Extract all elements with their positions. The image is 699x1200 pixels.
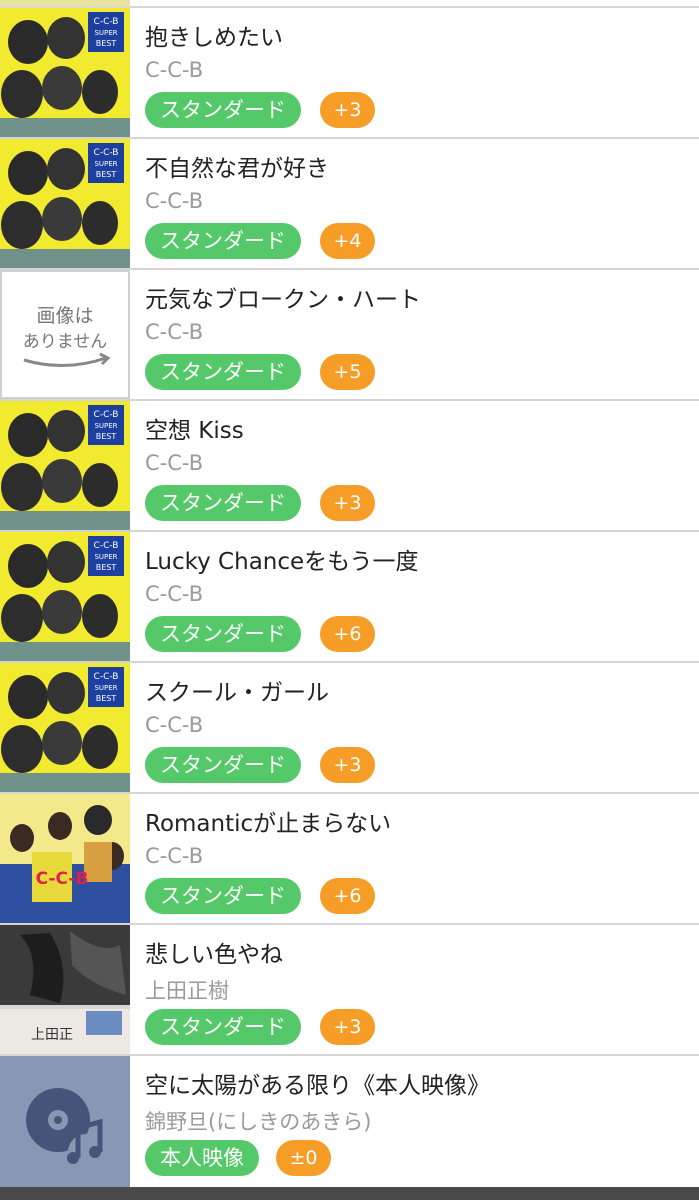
svg-text:C-C-B: C-C-B bbox=[94, 148, 119, 158]
svg-text:C-C-B: C-C-B bbox=[94, 672, 119, 682]
song-title: 空に太陽がある限り《本人映像》 bbox=[145, 1073, 490, 1099]
song-title: 不自然な君が好き bbox=[145, 156, 329, 182]
official-video-tag: 本人映像 bbox=[145, 1140, 259, 1176]
artist-name: C-C-B bbox=[145, 320, 204, 344]
standard-tag: スタンダード bbox=[145, 747, 301, 783]
score-badge: +4 bbox=[320, 223, 375, 259]
svg-text:上田正: 上田正 bbox=[31, 1027, 73, 1043]
standard-tag: スタンダード bbox=[145, 878, 301, 914]
standard-tag: スタンダード bbox=[145, 354, 301, 390]
song-row[interactable]: C-C-B SUPER BEST 空想 Kiss C-C-B スタンダード +3 bbox=[0, 401, 699, 532]
artist-name: 錦野旦(にしきのあきら) bbox=[145, 1110, 372, 1134]
album-cover: C-C-B SUPER BEST bbox=[0, 401, 130, 530]
score-badge: +6 bbox=[320, 878, 375, 914]
song-title: Romanticが止まらない bbox=[145, 811, 392, 837]
svg-text:SUPER: SUPER bbox=[94, 29, 117, 37]
album-cover: C-C-B SUPER BEST bbox=[0, 663, 130, 792]
score-badge: +3 bbox=[320, 485, 375, 521]
no-image-text-line2: ありません bbox=[23, 332, 108, 352]
video-disc-music-icon bbox=[0, 1056, 130, 1189]
album-cover: C-C-B SUPER BEST bbox=[0, 139, 130, 268]
svg-text:C-C-B: C-C-B bbox=[36, 869, 89, 889]
song-title: 悲しい色やね bbox=[145, 942, 283, 968]
svg-text:SUPER: SUPER bbox=[94, 553, 117, 561]
svg-text:SUPER: SUPER bbox=[94, 684, 117, 692]
svg-text:SUPER: SUPER bbox=[94, 160, 117, 168]
song-title: 元気なブロークン・ハート bbox=[145, 287, 421, 313]
song-list: C-C-B SUPER BEST 抱きしめたい C-C-B スタンダード +3 … bbox=[0, 8, 699, 1189]
svg-text:BEST: BEST bbox=[96, 563, 117, 572]
song-title: スクール・ガール bbox=[145, 680, 329, 706]
no-image-placeholder: 画像は ありません bbox=[0, 270, 130, 399]
svg-text:C-C-B: C-C-B bbox=[94, 541, 119, 551]
song-title: 抱きしめたい bbox=[145, 25, 283, 51]
svg-text:BEST: BEST bbox=[96, 170, 117, 179]
song-row[interactable]: C-C-B SUPER BEST スクール・ガール C-C-B スタンダード +… bbox=[0, 663, 699, 794]
album-cover: C-C-B bbox=[0, 794, 130, 923]
artist-name: C-C-B bbox=[145, 844, 204, 868]
svg-text:BEST: BEST bbox=[96, 432, 117, 441]
song-row[interactable]: 画像は ありません 元気なブロークン・ハート C-C-B スタンダード +5 bbox=[0, 270, 699, 401]
song-row[interactable]: C-C-B SUPER BEST Lucky Chanceをもう一度 C-C-B… bbox=[0, 532, 699, 663]
svg-text:SUPER: SUPER bbox=[94, 422, 117, 430]
standard-tag: スタンダード bbox=[145, 485, 301, 521]
artist-name: C-C-B bbox=[145, 582, 204, 606]
song-title: Lucky Chanceをもう一度 bbox=[145, 549, 419, 575]
artist-name: C-C-B bbox=[145, 713, 204, 737]
svg-text:C-C-B: C-C-B bbox=[94, 17, 119, 27]
album-cover: 上田正 bbox=[0, 925, 130, 1054]
song-row[interactable]: C-C-B SUPER BEST 抱きしめたい C-C-B スタンダード +3 bbox=[0, 8, 699, 139]
score-badge: +6 bbox=[320, 616, 375, 652]
previous-row-edge bbox=[0, 0, 699, 8]
standard-tag: スタンダード bbox=[145, 1009, 301, 1045]
score-badge: +3 bbox=[320, 747, 375, 783]
svg-text:BEST: BEST bbox=[96, 694, 117, 703]
artist-name: C-C-B bbox=[145, 189, 204, 213]
score-badge: +3 bbox=[320, 1009, 375, 1045]
song-row[interactable]: 空に太陽がある限り《本人映像》 錦野旦(にしきのあきら) 本人映像 ±0 bbox=[0, 1056, 699, 1189]
no-image-text-line1: 画像は bbox=[36, 305, 93, 327]
artist-name: C-C-B bbox=[145, 451, 204, 475]
bottom-bar bbox=[0, 1187, 699, 1200]
song-row[interactable]: C-C-B SUPER BEST 不自然な君が好き C-C-B スタンダード +… bbox=[0, 139, 699, 270]
score-badge: +5 bbox=[320, 354, 375, 390]
svg-text:BEST: BEST bbox=[96, 39, 117, 48]
standard-tag: スタンダード bbox=[145, 616, 301, 652]
song-row[interactable]: C-C-B Romanticが止まらない C-C-B スタンダード +6 bbox=[0, 794, 699, 925]
album-cover: C-C-B SUPER BEST bbox=[0, 8, 130, 137]
album-cover: C-C-B SUPER BEST bbox=[0, 532, 130, 661]
song-row[interactable]: 上田正 悲しい色やね 上田正樹 スタンダード +3 bbox=[0, 925, 699, 1056]
svg-text:C-C-B: C-C-B bbox=[94, 410, 119, 420]
artist-name: C-C-B bbox=[145, 58, 204, 82]
standard-tag: スタンダード bbox=[145, 223, 301, 259]
score-badge: ±0 bbox=[276, 1140, 331, 1176]
song-title: 空想 Kiss bbox=[145, 418, 244, 444]
artist-name: 上田正樹 bbox=[145, 979, 229, 1003]
score-badge: +3 bbox=[320, 92, 375, 128]
standard-tag: スタンダード bbox=[145, 92, 301, 128]
